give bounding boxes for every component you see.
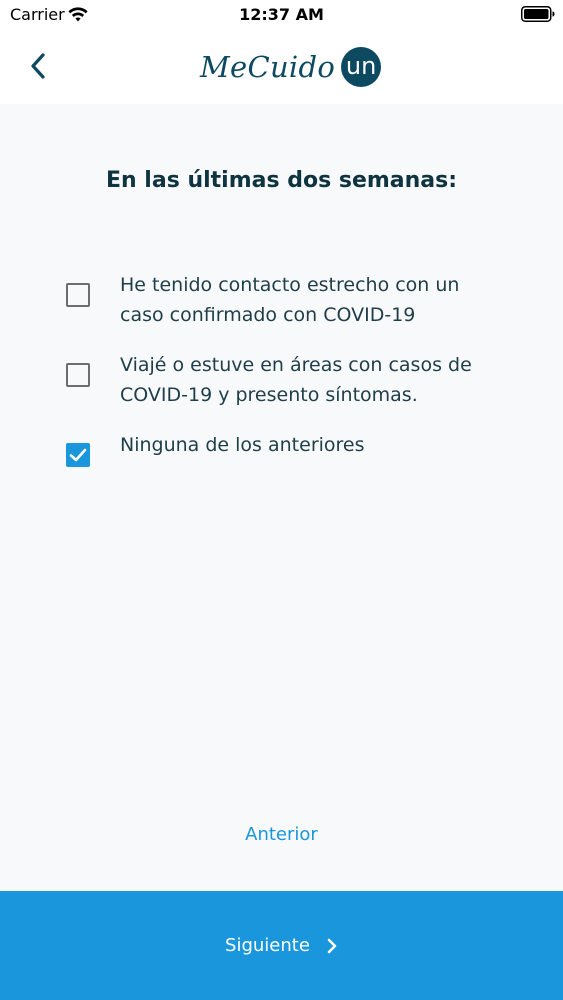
checkbox-travel-symptoms[interactable]: [66, 363, 90, 387]
battery-icon: [521, 6, 555, 22]
next-button-label: Siguiente: [225, 935, 310, 956]
next-button[interactable]: Siguiente: [0, 891, 563, 1000]
option-label: He tenido contacto estrecho con un caso …: [120, 274, 460, 326]
checkbox-close-contact[interactable]: [66, 283, 90, 307]
logo-text: MeCuido: [200, 50, 336, 84]
nav-bar: MeCuido un: [0, 30, 563, 104]
app-logo: MeCuido un: [200, 42, 382, 92]
chevron-right-icon: [327, 938, 337, 953]
checkmark-icon: [69, 448, 87, 462]
option-label: Viajé o estuve en áreas con casos de COV…: [120, 354, 472, 406]
logo-badge: un: [341, 47, 382, 87]
status-time: 12:37 AM: [239, 5, 324, 24]
option-label: Ninguna de los anteriores: [120, 434, 365, 456]
chevron-left-icon: [31, 53, 45, 79]
previous-button[interactable]: Anterior: [0, 824, 563, 845]
status-bar: Carrier 12:37 AM: [0, 0, 563, 30]
back-button[interactable]: [20, 46, 56, 86]
question-title: En las últimas dos semanas:: [105, 168, 458, 193]
checkbox-none[interactable]: [66, 443, 90, 467]
